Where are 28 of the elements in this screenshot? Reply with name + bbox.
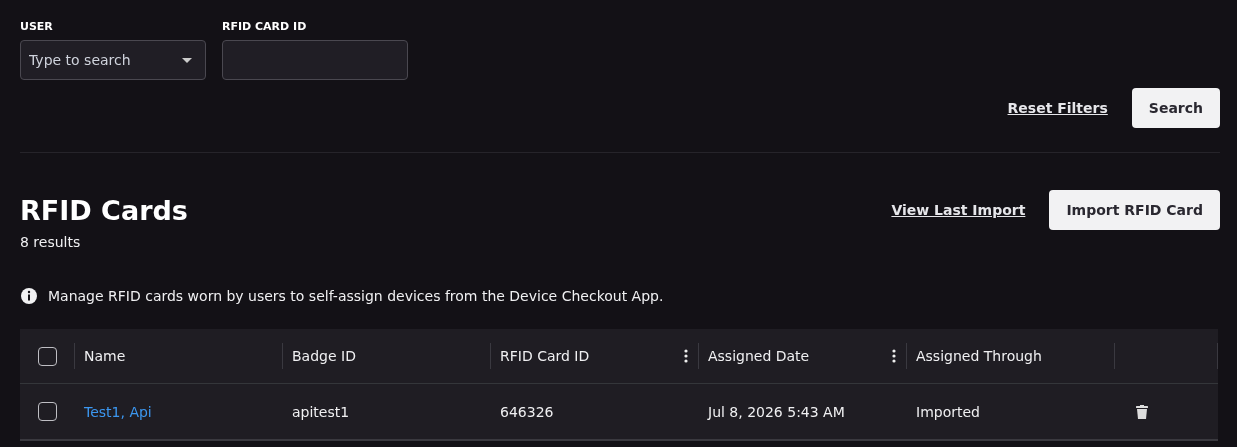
info-icon [20,287,38,305]
input-field[interactable] [222,40,408,80]
column-header: RFID Card ID [500,348,591,364]
column-header: Name [84,348,127,364]
checkbox[interactable] [37,346,57,366]
filter-label: RFID CARD ID [222,20,308,35]
column-header: Assigned Date [708,348,811,364]
page-title: RFID Cards [20,194,188,226]
table-cell: apitest1 [292,403,350,420]
more-options-icon[interactable] [684,349,688,363]
import-rfid-card-button[interactable]: Import RFID Card [1049,190,1220,230]
table-cell: Jul 8, 2026 5:43 AM [708,403,845,420]
column-header: Assigned Through [916,348,1043,364]
filter-label: USER [20,20,54,35]
checkbox[interactable] [37,402,57,421]
caret-icon [182,58,192,63]
info-text: Manage RFID cards worn by users to self-assign devices from the Device Checkout App. [48,288,664,304]
trash-icon[interactable] [1136,404,1148,419]
column-header: Badge ID [292,348,357,364]
user-dropdown[interactable]: Type to search [20,40,206,80]
table-cell: 646326 [500,403,554,420]
table-cell: Imported [916,403,980,420]
more-options-icon[interactable] [892,349,896,363]
user-name-link[interactable]: Test1, Api [84,403,152,420]
result-count: 8 results [20,234,81,250]
view-last-import-link[interactable]: View Last Import [891,202,1026,218]
reset-filters-link[interactable]: Reset Filters [1007,100,1108,116]
search-button[interactable]: Search [1131,88,1220,128]
